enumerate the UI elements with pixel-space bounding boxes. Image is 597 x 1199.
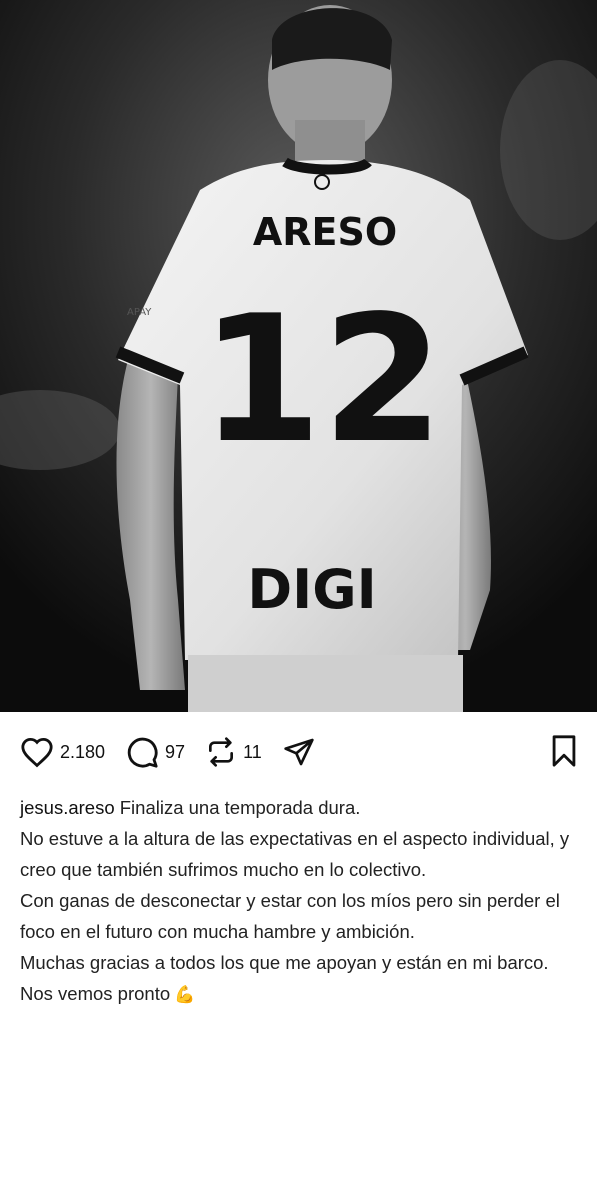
caption-last-paragraph: Nos vemos pronto 💪 [20,978,577,1010]
caption-line: Muchas gracias a todos los que me apoyan… [20,952,549,973]
action-bar: 2.180 97 11 [0,712,597,792]
comment-button[interactable]: 97 [125,735,185,769]
repost-count: 11 [243,741,262,762]
caption-first-line: Finaliza una temporada dura. [119,797,361,818]
caption-first-paragraph: jesus.areso Finaliza una temporada dura. [20,792,577,823]
caption-last-line: Nos vemos pronto [20,983,171,1004]
comment-count: 97 [165,741,186,762]
username-link[interactable]: jesus.areso [20,797,115,818]
repost-icon [209,737,234,767]
caption-line: Con ganas de desconectar y estar con los… [20,890,560,942]
heart-icon [21,737,53,768]
bookmark-icon [552,735,576,767]
comment-icon [127,737,158,768]
sleeve-text: APAY [127,307,152,318]
share-button[interactable] [282,736,316,768]
send-icon [284,738,314,766]
post-caption: jesus.areso Finaliza una temporada dura.… [0,792,597,1010]
post-photo[interactable]: ARESO 12 DIGI APAY [0,0,597,712]
repost-button[interactable]: 11 [205,736,262,768]
jersey-name: ARESO [253,210,397,254]
like-count: 2.180 [60,741,106,762]
like-button[interactable]: 2.180 [20,736,105,768]
sponsor-logo: DIGI [247,558,376,621]
save-button[interactable] [549,734,579,773]
flexed-biceps-emoji: 💪 [174,985,196,1004]
player-photo-illustration: ARESO 12 DIGI APAY [0,0,597,712]
jersey-number: 12 [200,279,444,482]
caption-line: No estuve a la altura de las expectativa… [20,828,570,880]
